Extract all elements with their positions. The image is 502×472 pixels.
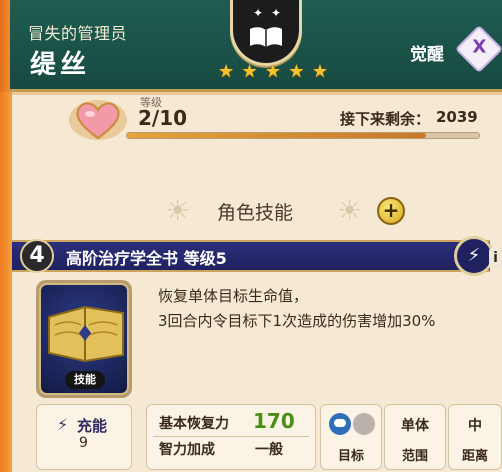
ornament-right-icon: ☀ bbox=[337, 194, 363, 227]
description-line: 恢复单体目标生命值， bbox=[158, 287, 309, 305]
star-icon: ★ bbox=[241, 61, 258, 82]
description-line: 3回合内令目标下1次造成的伤害增加30% bbox=[158, 312, 436, 330]
awaken-label[interactable]: 觉醒 bbox=[410, 40, 444, 65]
distance-label: 距离 bbox=[461, 449, 488, 464]
left-border bbox=[0, 92, 12, 472]
target-cell: 目标 bbox=[320, 404, 382, 470]
int-bonus-value: 一般 bbox=[255, 442, 283, 458]
remaining-value: 2039 bbox=[436, 108, 478, 126]
charge-cell: ⚡ 充能 9 bbox=[36, 404, 132, 470]
base-heal-value: 170 bbox=[253, 409, 295, 433]
skill-slot-number: 4 bbox=[20, 239, 54, 273]
skill-card-frame: 技能 bbox=[39, 283, 129, 395]
sparkle-icon: ✦ bbox=[253, 6, 264, 20]
charge-label: 充能 bbox=[77, 417, 108, 435]
section-title: 角色技能 bbox=[216, 202, 293, 224]
range-cell: 单体 范围 bbox=[384, 404, 446, 470]
open-book-icon bbox=[250, 27, 282, 47]
star-icon: ★ bbox=[311, 61, 328, 82]
int-bonus-label: 智力加成 bbox=[159, 442, 215, 458]
character-subtitle: 冒失的管理员 bbox=[28, 24, 128, 43]
exp-progress-bar bbox=[126, 132, 480, 139]
enemy-target-icon bbox=[353, 413, 375, 435]
skill-card: 技能 bbox=[36, 280, 132, 398]
star-icon: ★ bbox=[288, 61, 305, 82]
star-rating: ★ ★ ★ ★ ★ bbox=[218, 62, 328, 84]
charge-value: 9 bbox=[79, 435, 88, 451]
distance-cell: 中 距离 bbox=[448, 404, 502, 470]
skill-name: 高阶治疗学全书 等级5 bbox=[66, 249, 227, 268]
ornament-left-icon: ☀ bbox=[165, 194, 191, 227]
skill-description: 恢复单体目标生命值， 3回合内令目标下1次造成的伤害增加30% bbox=[158, 284, 435, 334]
level-value: 2/10 bbox=[138, 106, 188, 130]
target-icons bbox=[329, 411, 377, 437]
exp-progress-fill bbox=[127, 133, 427, 138]
info-icon[interactable]: i bbox=[489, 248, 502, 268]
distance-value: 中 bbox=[468, 418, 482, 434]
range-value: 单体 bbox=[401, 418, 429, 434]
affection-heart-icon bbox=[69, 100, 127, 140]
range-label: 范围 bbox=[401, 449, 428, 464]
character-name: 缇丝 bbox=[30, 50, 91, 80]
star-icon: ★ bbox=[218, 61, 235, 82]
divider bbox=[153, 436, 309, 437]
target-label: 目标 bbox=[337, 449, 364, 464]
star-icon: ★ bbox=[264, 61, 282, 82]
ally-target-icon bbox=[329, 413, 351, 435]
charge-icon: ⚡ bbox=[57, 415, 69, 434]
golden-book-icon bbox=[48, 305, 124, 363]
remaining-label: 接下来剩余： bbox=[340, 110, 431, 128]
header-edge bbox=[0, 0, 10, 92]
base-heal-label: 基本恢复力 bbox=[159, 416, 229, 432]
skill-card-tag: 技能 bbox=[65, 371, 105, 389]
awaken-crest-icon[interactable]: X bbox=[454, 24, 502, 74]
skill-type-badge-icon[interactable]: ⚡ bbox=[454, 236, 494, 276]
heal-stats-cell: 基本恢复力 170 智力加成 一般 bbox=[146, 404, 316, 470]
sparkle-icon: ✦ bbox=[271, 6, 282, 20]
add-skill-button[interactable]: + bbox=[377, 197, 405, 225]
